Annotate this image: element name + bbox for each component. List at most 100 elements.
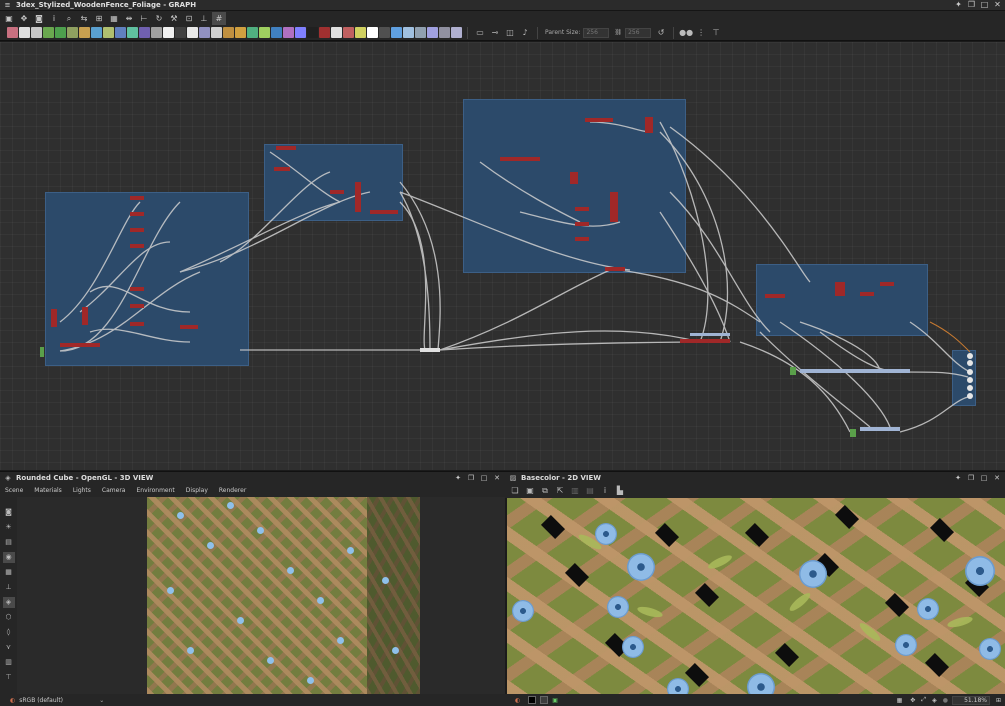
atomic-node-button[interactable] <box>319 27 330 38</box>
environment-icon[interactable]: ▤ <box>3 537 15 548</box>
maximize-icon[interactable]: □ <box>979 474 989 482</box>
info-icon[interactable]: i <box>47 12 61 25</box>
pan-icon[interactable]: ✥ <box>910 697 915 704</box>
menu-display[interactable]: Display <box>186 487 208 494</box>
atomic-node-button[interactable] <box>331 27 342 38</box>
atomic-node-button[interactable] <box>247 27 258 38</box>
atomic-node-button[interactable] <box>259 27 270 38</box>
size-select[interactable]: 256 <box>625 27 652 38</box>
channel-icon[interactable]: ▣ <box>552 697 558 704</box>
atomic-node-button[interactable] <box>379 27 390 38</box>
grid-icon[interactable]: ▦ <box>897 697 903 704</box>
mic-icon[interactable]: ♪ <box>518 27 532 39</box>
atomic-node-button[interactable] <box>55 27 66 38</box>
menu-materials[interactable]: Materials <box>34 487 62 494</box>
copy-icon[interactable]: ❏ <box>509 485 521 497</box>
reset-icon[interactable]: ↺ <box>654 27 668 39</box>
atomic-node-button[interactable] <box>343 27 354 38</box>
atomic-node-button[interactable] <box>235 27 246 38</box>
colorspace-select[interactable]: sRGB (default) <box>19 697 99 704</box>
box-icon[interactable]: ⬡ <box>3 612 15 623</box>
menu-lights[interactable]: Lights <box>73 487 91 494</box>
lock-icon[interactable]: ⊥ <box>197 12 211 25</box>
atomic-node-button[interactable] <box>67 27 78 38</box>
zoom-icon[interactable]: ◈ <box>932 697 937 704</box>
atomic-node-button[interactable] <box>103 27 114 38</box>
chart-icon[interactable]: ▥ <box>3 657 15 668</box>
search-icon[interactable]: ⌕ <box>62 12 76 25</box>
atomic-node-button[interactable] <box>415 27 426 38</box>
atomic-node-button[interactable] <box>115 27 126 38</box>
background-swatch[interactable] <box>528 696 537 704</box>
atomic-node-button[interactable] <box>7 27 18 38</box>
atomic-node-button[interactable] <box>367 27 378 38</box>
atomic-node-button[interactable] <box>439 27 450 38</box>
tools-icon[interactable]: ⊤ <box>3 672 15 683</box>
atomic-node-button[interactable] <box>283 27 294 38</box>
atomic-node-button[interactable] <box>271 27 282 38</box>
viewport-2d[interactable] <box>507 498 1005 694</box>
align-icon[interactable]: ⇹ <box>122 12 136 25</box>
output-icon[interactable]: ●● <box>679 27 693 39</box>
close-icon[interactable]: ✕ <box>992 0 1003 10</box>
pin-icon[interactable]: ✦ <box>453 474 463 482</box>
atomic-node-button[interactable] <box>307 27 318 38</box>
parent-size-select[interactable]: 256 <box>583 27 610 38</box>
link-icon[interactable]: ⛓ <box>614 29 622 36</box>
pin-node-icon[interactable]: ⊸ <box>488 27 502 39</box>
atomic-node-button[interactable] <box>355 27 366 38</box>
pin-icon[interactable]: ✦ <box>953 0 964 10</box>
close-icon[interactable]: ✕ <box>492 474 502 482</box>
atomic-node-button[interactable] <box>139 27 150 38</box>
atomic-node-button[interactable] <box>31 27 42 38</box>
close-icon[interactable]: ✕ <box>992 474 1002 482</box>
settings-icon[interactable]: ⊞ <box>996 697 1001 704</box>
save-icon[interactable]: ▣ <box>524 485 536 497</box>
chevron-down-icon[interactable]: ⌄ <box>99 697 104 704</box>
tile-icon[interactable]: ▥ <box>569 485 581 497</box>
duplicate-icon[interactable]: ⧉ <box>539 485 551 497</box>
atomic-node-button[interactable] <box>451 27 462 38</box>
grid-icon[interactable]: ▦ <box>107 12 121 25</box>
atomic-node-button[interactable] <box>19 27 30 38</box>
atomic-node-button[interactable] <box>211 27 222 38</box>
float-icon[interactable]: ❐ <box>966 0 977 10</box>
snap-icon[interactable]: ⊡ <box>182 12 196 25</box>
frame-icon[interactable]: ▣ <box>2 12 16 25</box>
atomic-node-button[interactable] <box>79 27 90 38</box>
cube-icon[interactable]: ◈ <box>2 597 15 608</box>
atomic-node-button[interactable] <box>43 27 54 38</box>
viewport-3d[interactable] <box>17 497 505 694</box>
move-icon[interactable]: ✥ <box>17 12 31 25</box>
frame-node-icon[interactable]: ◫ <box>503 27 517 39</box>
atomic-node-button[interactable] <box>151 27 162 38</box>
pin-icon[interactable]: ✦ <box>953 474 963 482</box>
grid-icon[interactable]: ▦ <box>3 567 15 578</box>
light-icon[interactable]: ☀ <box>3 522 15 533</box>
atomic-node-button[interactable] <box>223 27 234 38</box>
menu-camera[interactable]: Camera <box>102 487 126 494</box>
atomic-node-button[interactable] <box>199 27 210 38</box>
connect-icon[interactable]: ⇆ <box>77 12 91 25</box>
atomic-node-button[interactable] <box>175 27 186 38</box>
maximize-icon[interactable]: □ <box>479 474 489 482</box>
atomic-node-button[interactable] <box>91 27 102 38</box>
camera-icon[interactable]: ◙ <box>32 12 46 25</box>
camera-icon[interactable]: ◙ <box>3 507 15 518</box>
maximize-icon[interactable]: □ <box>979 0 990 10</box>
input-icon[interactable]: ⋮ <box>694 27 708 39</box>
zoom-field[interactable]: 51.18% <box>951 695 990 705</box>
grid-toggle-icon[interactable]: # <box>212 11 226 25</box>
menu-renderer[interactable]: Renderer <box>219 487 246 494</box>
atomic-node-button[interactable] <box>187 27 198 38</box>
atomic-node-button[interactable] <box>163 27 174 38</box>
histogram-icon[interactable]: ▙ <box>614 485 626 497</box>
float-icon[interactable]: ❐ <box>466 474 476 482</box>
float-icon[interactable]: ❐ <box>966 474 976 482</box>
tools-icon[interactable]: ⚒ <box>167 12 181 25</box>
channels-icon[interactable]: ▤ <box>584 485 596 497</box>
graph-settings-icon[interactable]: ⊤ <box>709 27 723 39</box>
menu-environment[interactable]: Environment <box>136 487 174 494</box>
layout-icon[interactable]: ⊞ <box>92 12 106 25</box>
layers-icon[interactable]: ◊ <box>3 627 15 638</box>
